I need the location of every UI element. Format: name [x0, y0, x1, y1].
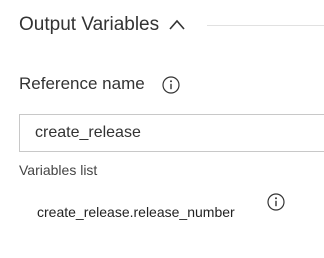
section-divider: [207, 25, 324, 26]
output-variables-panel: Output Variables Reference name Variable…: [0, 0, 324, 258]
reference-name-input[interactable]: [19, 114, 324, 152]
info-icon[interactable]: [162, 76, 180, 94]
section-title: Output Variables: [19, 14, 160, 35]
chevron-up-icon[interactable]: [168, 16, 186, 34]
variables-list-label: Variables list: [19, 162, 98, 178]
variable-list-item: create_release.release_number: [37, 204, 235, 220]
info-icon[interactable]: [267, 193, 285, 211]
reference-name-label: Reference name: [19, 74, 145, 93]
output-variables-header[interactable]: Output Variables: [19, 11, 186, 39]
